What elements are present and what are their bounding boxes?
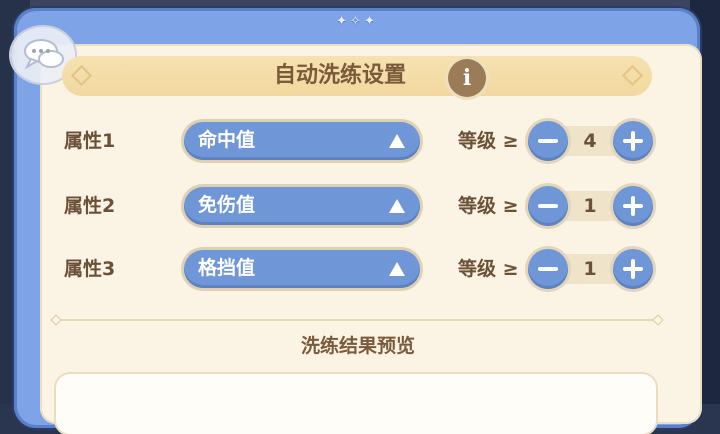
level-minus-button[interactable] — [528, 121, 568, 161]
level-minus-button[interactable] — [528, 249, 568, 289]
minus-icon — [538, 267, 558, 271]
section-divider — [58, 319, 658, 321]
level-value: 1 — [583, 258, 597, 280]
attribute-dropdown-value: 命中值 — [198, 129, 256, 151]
level-label: 等级 ≥ — [458, 195, 519, 217]
level-value: 4 — [583, 130, 597, 152]
level-value: 1 — [583, 195, 597, 217]
attribute-row: 属性3 格挡值 等级 ≥ 1 — [0, 248, 720, 290]
triangle-up-icon — [389, 134, 405, 148]
attribute-dropdown[interactable]: 格挡值 — [184, 250, 420, 288]
level-plus-button[interactable] — [613, 121, 653, 161]
attribute-label: 属性3 — [64, 258, 116, 280]
minus-icon — [538, 139, 558, 143]
attribute-dropdown-value: 格挡值 — [198, 257, 256, 279]
attribute-label: 属性1 — [64, 130, 116, 152]
level-minus-button[interactable] — [528, 186, 568, 226]
level-plus-button[interactable] — [613, 186, 653, 226]
minus-icon — [538, 204, 558, 208]
preview-result-box — [56, 374, 656, 434]
level-label: 等级 ≥ — [458, 130, 519, 152]
settings-panel-body — [40, 44, 702, 424]
attribute-dropdown-value: 免伤值 — [198, 194, 256, 216]
triangle-up-icon — [389, 262, 405, 276]
level-label: 等级 ≥ — [458, 258, 519, 280]
attribute-row: 属性2 免伤值 等级 ≥ 1 — [0, 185, 720, 227]
attribute-dropdown[interactable]: 免伤值 — [184, 187, 420, 225]
level-plus-button[interactable] — [613, 249, 653, 289]
triangle-up-icon — [389, 199, 405, 213]
chat-bubble-icon — [24, 39, 64, 70]
info-icon[interactable]: i — [448, 59, 486, 97]
attribute-dropdown[interactable]: 命中值 — [184, 122, 420, 160]
attribute-label: 属性2 — [64, 195, 116, 217]
panel-title: 自动洗练设置 — [273, 63, 406, 88]
top-ornament: ✦✧✦ — [336, 14, 378, 29]
attribute-row: 属性1 命中值 等级 ≥ 4 — [0, 120, 720, 162]
title-bar: 自动洗练设置 — [62, 56, 652, 96]
preview-title: 洗练结果预览 — [300, 335, 415, 357]
